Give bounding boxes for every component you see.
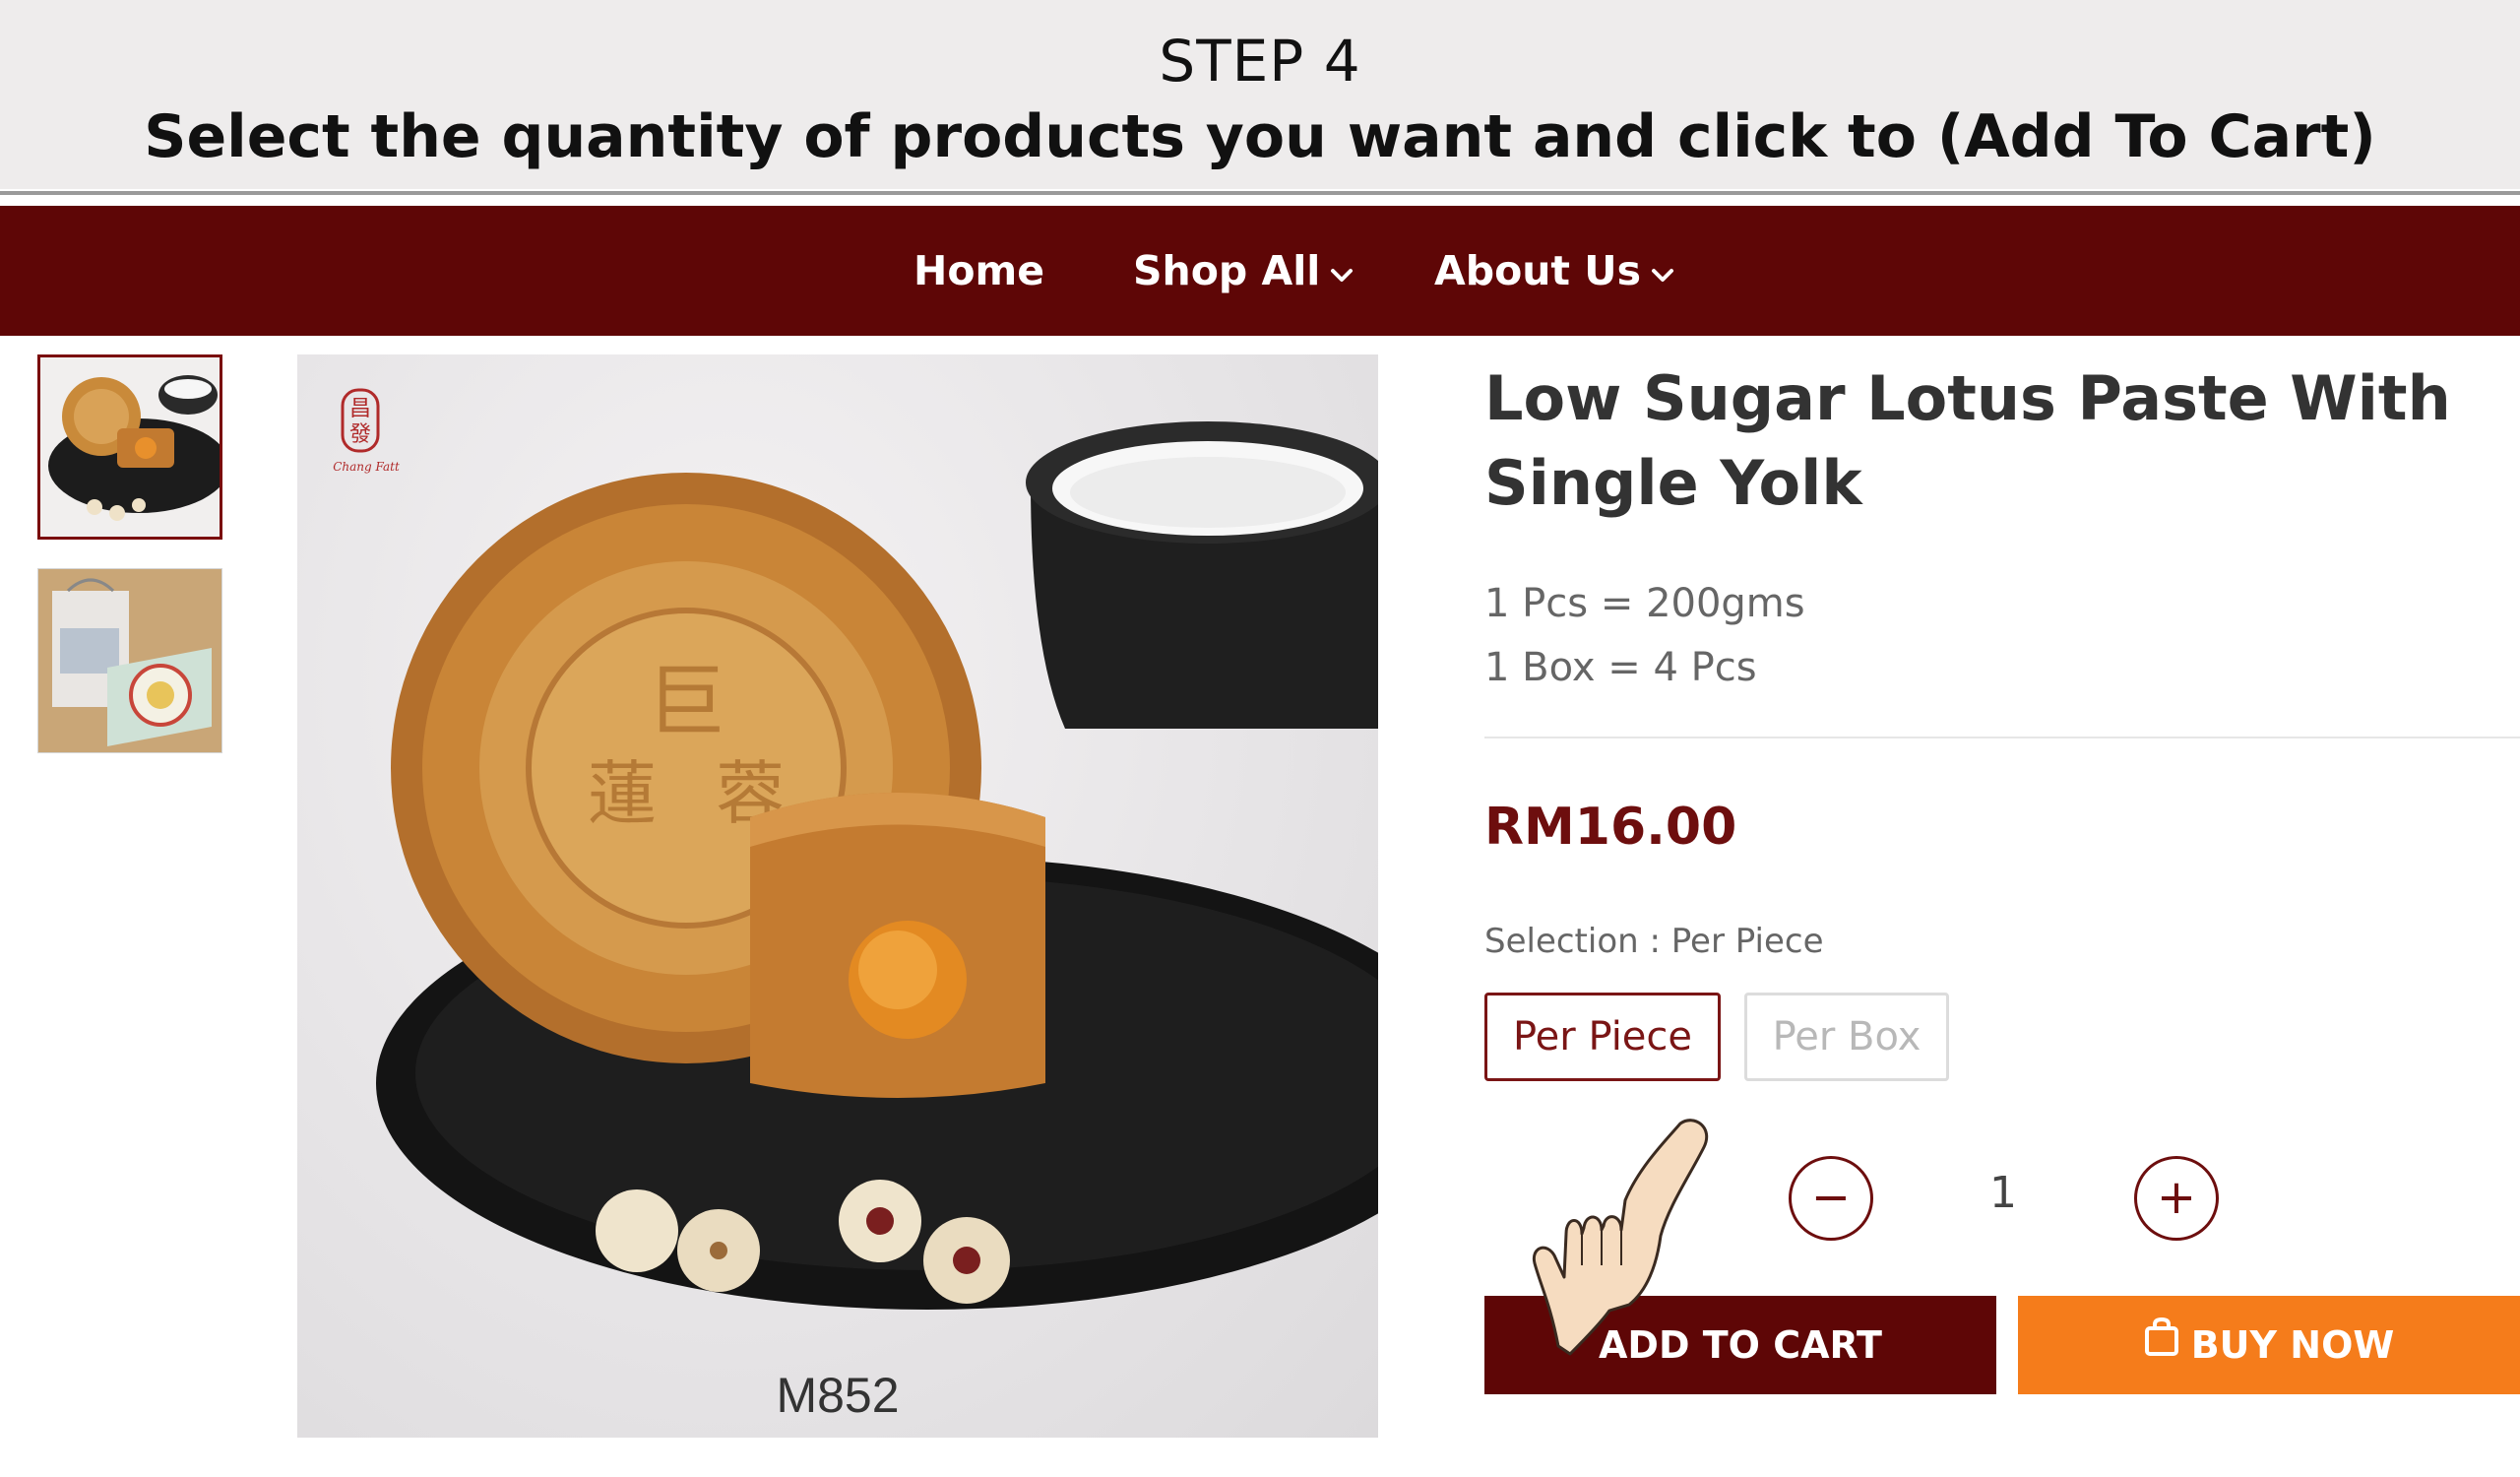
nav-home-label: Home — [914, 247, 1045, 294]
thumbnail-mooncake[interactable] — [37, 354, 222, 540]
nav-shop-all-label: Shop All — [1133, 247, 1321, 294]
add-to-cart-label: ADD TO CART — [1599, 1323, 1882, 1367]
product-price: RM16.00 — [1484, 798, 1737, 857]
add-to-cart-button[interactable]: ADD TO CART — [1484, 1296, 1996, 1394]
svg-text:昌: 昌 — [349, 397, 371, 421]
nav-about-us[interactable]: About Us — [1434, 243, 1674, 298]
quantity-value: 1 — [1989, 1168, 2017, 1218]
selection-label: Selection : Per Piece — [1484, 922, 1824, 961]
product-spec-box: 1 Box = 4 Pcs — [1484, 645, 1757, 690]
quantity-decrease-button[interactable]: − — [1789, 1156, 1873, 1241]
step-instruction: Select the quantity of products you want… — [144, 102, 2376, 171]
nav-about-us-label: About Us — [1434, 247, 1642, 294]
nav-home[interactable]: Home — [914, 243, 1044, 298]
main-product-image: 昌 發 Chang Fatt 巨 蓮 蓉 M852 — [297, 354, 1378, 1438]
svg-text:巨: 巨 — [647, 656, 725, 747]
product-code-label: M852 — [776, 1368, 900, 1423]
step-heading: STEP 4 — [1159, 28, 1361, 95]
chevron-down-icon — [1651, 242, 1674, 297]
mooncake-thumbnail-image — [40, 357, 220, 537]
option-per-piece[interactable]: Per Piece — [1484, 993, 1721, 1081]
brand-logo-icon: 昌 發 Chang Fatt — [333, 388, 400, 474]
product-spec-piece: 1 Pcs = 200gms — [1484, 581, 1805, 626]
product-title: Low Sugar Lotus Paste With Single Yolk — [1484, 362, 2451, 519]
nav-shop-all[interactable]: Shop All — [1133, 243, 1354, 298]
instruction-banner: STEP 4 Select the quantity of products y… — [0, 0, 2520, 189]
chevron-down-icon — [1330, 242, 1354, 297]
quantity-increase-button[interactable]: + — [2134, 1156, 2219, 1241]
gift-box-thumbnail-image — [38, 569, 221, 752]
top-nav: Home Shop All About Us — [0, 206, 2520, 336]
svg-text:Chang Fatt: Chang Fatt — [333, 460, 400, 474]
info-divider — [1484, 737, 2520, 738]
thumbnail-gift-box[interactable] — [37, 568, 222, 753]
buy-now-label: BUY NOW — [2190, 1323, 2395, 1367]
shopping-bag-icon — [2144, 1295, 2179, 1393]
svg-text:蓮: 蓮 — [588, 753, 657, 834]
option-per-box[interactable]: Per Box — [1744, 993, 1949, 1081]
mooncake-illustration: 昌 發 Chang Fatt 巨 蓮 蓉 — [333, 388, 1378, 1310]
banner-divider — [0, 191, 2520, 195]
svg-text:發: 發 — [349, 422, 371, 447]
buy-now-button[interactable]: BUY NOW — [2018, 1296, 2520, 1394]
